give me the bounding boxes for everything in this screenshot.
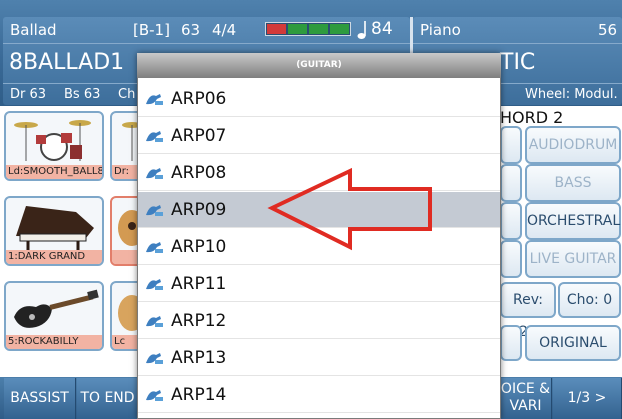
voice-panel-divider — [413, 43, 622, 44]
preset-file-icon — [146, 168, 163, 179]
voice-big-name: TIC — [500, 50, 536, 75]
live-guitar-button[interactable]: LIVE GUITAR — [525, 240, 621, 278]
beat-meter-cell — [267, 24, 286, 34]
drum-style-tile[interactable]: Ld:SMOOTH_BALL84 — [4, 111, 104, 181]
preset-item-label: ARP11 — [171, 274, 227, 294]
preset-file-icon — [146, 316, 163, 327]
popup-title: (GUITAR) — [137, 53, 501, 78]
preset-item-label: ARP12 — [171, 311, 227, 331]
bass-voice-tile[interactable]: 5:ROCKABILLY — [4, 281, 104, 351]
preset-file-icon — [146, 279, 163, 290]
variation-label: [B-1] — [133, 21, 170, 39]
beat-meter-cell — [309, 24, 328, 34]
preset-file-icon — [146, 94, 163, 105]
style-name: Ballad — [10, 21, 57, 39]
chord-info: Ch — [118, 87, 136, 102]
preset-item-label: ARP08 — [171, 163, 227, 183]
tempo-top-value: 63 — [181, 21, 201, 39]
song-name: 8BALLAD1 — [9, 50, 125, 75]
voice-name: Piano — [420, 21, 461, 39]
piano-voice-tile[interactable]: 1:DARK GRAND — [4, 196, 104, 266]
beat-meter-cell — [288, 24, 307, 34]
bass-voice-label: 5:ROCKABILLY — [6, 335, 102, 349]
preset-file-icon — [146, 131, 163, 142]
tempo-bpm: 84 — [371, 19, 393, 39]
preset-file-icon — [146, 353, 163, 364]
electric-guitar-icon — [14, 289, 99, 328]
preset-item-label: ARP13 — [171, 348, 227, 368]
wheel-label: Wheel: Modul. — [525, 87, 618, 102]
bass-button[interactable]: BASS — [525, 164, 621, 202]
piano-voice-label: 1:DARK GRAND — [6, 250, 102, 264]
preset-item[interactable]: ARP06 — [138, 81, 500, 117]
orchestral-button[interactable]: ORCHESTRAL — [525, 202, 621, 240]
style-panel-divider — [3, 43, 410, 44]
chord-title: HORD 2 — [500, 108, 564, 127]
tempo-note-icon — [357, 21, 366, 39]
drum-kit-icon — [14, 120, 91, 161]
preset-item[interactable]: ARP14 — [138, 377, 500, 413]
preset-item-label: ARP07 — [171, 126, 227, 146]
to-end-button[interactable]: TO END — [77, 378, 139, 419]
grand-piano-icon — [16, 206, 94, 250]
drum-style-label: Ld:SMOOTH_BALL84 — [6, 165, 102, 179]
preset-item-label: ARP10 — [171, 237, 227, 257]
page-next-button[interactable]: 1/3 > — [553, 378, 622, 419]
preset-item[interactable]: ARP07 — [138, 118, 500, 154]
beat-meter — [265, 22, 351, 36]
audiodrum-side-button[interactable] — [500, 126, 522, 164]
preset-item-label: ARP14 — [171, 385, 227, 405]
red-arrow-annotation — [267, 167, 432, 251]
orchestral-side-button[interactable] — [500, 202, 522, 240]
preset-item[interactable]: ARP13 — [138, 340, 500, 376]
live-guitar-side-button[interactable] — [500, 240, 522, 278]
preset-file-icon — [146, 390, 163, 401]
bass-info: Bs 63 — [64, 87, 101, 102]
preset-item-label: ARP09 — [171, 200, 227, 220]
preset-item[interactable]: ARP12 — [138, 303, 500, 339]
time-signature: 4/4 — [212, 21, 237, 39]
bass-side-button[interactable] — [500, 164, 522, 202]
drum-info: Dr 63 — [10, 87, 47, 102]
voice-number: 56 — [598, 21, 618, 39]
preset-file-icon — [146, 242, 163, 253]
voice-vari-button[interactable]: OICE & VARI — [500, 378, 552, 419]
reverb-button[interactable]: Rev: 24 — [500, 282, 556, 340]
audiodrum-button[interactable]: AUDIODRUM — [525, 126, 621, 164]
preset-item-label: ARP06 — [171, 89, 227, 109]
voice-vari-line-1: OICE & — [500, 381, 551, 397]
beat-meter-cell — [330, 24, 349, 34]
chorus-button[interactable]: Cho: 0 — [558, 282, 621, 318]
preset-item[interactable]: ARP11 — [138, 266, 500, 302]
original-side-button[interactable] — [500, 325, 522, 361]
preset-file-icon — [146, 205, 163, 216]
voice-vari-line-2: VARI — [509, 398, 542, 414]
bassist-button[interactable]: BASSIST — [4, 378, 76, 419]
original-button[interactable]: ORIGINAL — [525, 325, 621, 361]
